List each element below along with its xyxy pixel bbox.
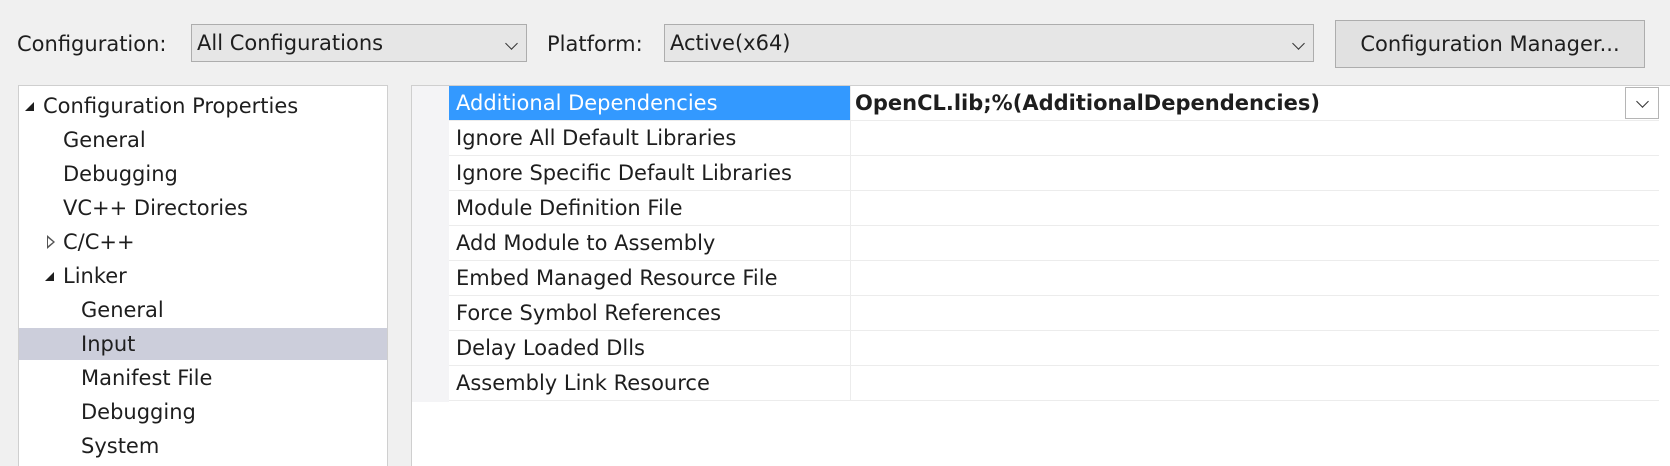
property-row[interactable]: Ignore Specific Default Libraries [449, 156, 1659, 191]
platform-label: Platform: [547, 32, 643, 56]
property-name[interactable]: Module Definition File [449, 191, 851, 225]
tree-item-label: Input [81, 332, 136, 356]
property-name[interactable]: Ignore All Default Libraries [449, 121, 851, 155]
property-row[interactable]: Assembly Link Resource [449, 366, 1659, 401]
triangle-collapsed-icon[interactable] [47, 235, 55, 249]
chevron-down-icon [1636, 95, 1649, 108]
property-value[interactable] [852, 156, 1659, 190]
property-name[interactable]: Force Symbol References [449, 296, 851, 330]
tree-item-label: General [63, 128, 146, 152]
property-name[interactable]: Add Module to Assembly [449, 226, 851, 260]
configuration-select-value: All Configurations [197, 31, 384, 55]
tree-item[interactable]: VC++ Directories [19, 192, 387, 224]
tree-item-label: VC++ Directories [63, 196, 248, 220]
tree-item-label: Debugging [63, 162, 178, 186]
property-row[interactable]: Force Symbol References [449, 296, 1659, 331]
tree-item[interactable]: Debugging [19, 396, 387, 428]
value-dropdown-button[interactable] [1625, 87, 1659, 119]
property-value[interactable] [852, 261, 1659, 295]
tree-item[interactable]: General [19, 294, 387, 326]
tree-item-label: Linker [63, 264, 127, 288]
tree-item[interactable]: Linker [19, 260, 387, 292]
tree-item[interactable]: Input [19, 328, 387, 360]
property-value[interactable] [852, 296, 1659, 330]
chevron-down-icon [505, 37, 518, 50]
tree-item-label: Debugging [81, 400, 196, 424]
property-name[interactable]: Additional Dependencies [449, 86, 851, 120]
tree-item-label: General [81, 298, 164, 322]
property-row[interactable]: Embed Managed Resource File [449, 261, 1659, 296]
tree-item-label: C/C++ [63, 230, 135, 254]
toolbar: Configuration: All Configurations Platfo… [0, 0, 1670, 80]
platform-select-value: Active(x64) [670, 31, 791, 55]
property-name[interactable]: Ignore Specific Default Libraries [449, 156, 851, 190]
tree-item[interactable]: Manifest File [19, 362, 387, 394]
tree-item[interactable]: C/C++ [19, 226, 387, 258]
property-tree: Configuration Properties General Debugging… [18, 85, 388, 466]
property-value[interactable] [852, 366, 1659, 400]
grid-gutter [412, 86, 449, 402]
property-row[interactable]: Module Definition File [449, 191, 1659, 226]
triangle-expanded-icon[interactable] [25, 102, 34, 111]
property-value[interactable] [852, 226, 1659, 260]
triangle-expanded-icon[interactable] [45, 272, 54, 281]
chevron-down-icon [1292, 37, 1305, 50]
property-row[interactable]: Additional Dependencies OpenCL.lib;%(Addi… [449, 86, 1659, 121]
tree-item[interactable]: System [19, 430, 387, 462]
property-row[interactable]: Add Module to Assembly [449, 226, 1659, 261]
tree-item[interactable]: General [19, 124, 387, 156]
property-grid: Additional Dependencies OpenCL.lib;%(Addi… [411, 85, 1670, 466]
tree-item[interactable]: Configuration Properties [19, 90, 387, 122]
tree-item[interactable]: Debugging [19, 158, 387, 190]
property-value[interactable] [852, 121, 1659, 155]
tree-item-label: Manifest File [81, 366, 213, 390]
configuration-manager-button[interactable]: Configuration Manager... [1335, 20, 1645, 68]
configuration-select[interactable]: All Configurations [191, 24, 527, 62]
property-value-text: OpenCL.lib;%(AdditionalDependencies) [855, 91, 1320, 115]
property-value[interactable]: OpenCL.lib;%(AdditionalDependencies) [852, 86, 1659, 120]
property-name[interactable]: Delay Loaded Dlls [449, 331, 851, 365]
property-value[interactable] [852, 191, 1659, 225]
property-row[interactable]: Delay Loaded Dlls [449, 331, 1659, 366]
property-name[interactable]: Embed Managed Resource File [449, 261, 851, 295]
tree-item-label: Configuration Properties [43, 94, 299, 118]
configuration-label: Configuration: [17, 32, 167, 56]
property-row[interactable]: Ignore All Default Libraries [449, 121, 1659, 156]
tree-item-label: System [81, 434, 160, 458]
platform-select[interactable]: Active(x64) [664, 24, 1314, 62]
property-value[interactable] [852, 331, 1659, 365]
property-name[interactable]: Assembly Link Resource [449, 366, 851, 400]
